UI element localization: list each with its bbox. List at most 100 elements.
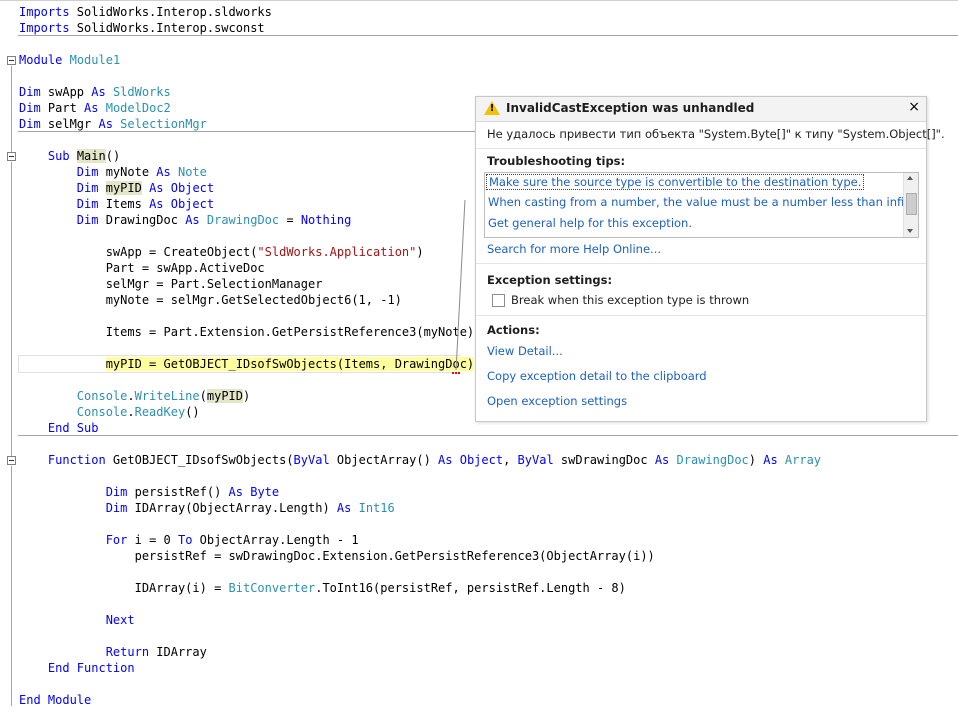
code-line-text: myPID = GetOBJECT_IDsofSwObjects(Items, … [19,356,475,372]
code-token: . [127,389,135,403]
code-token: As [156,165,171,179]
code-line-text: Sub Main() [19,148,120,164]
code-token: Module [19,53,63,67]
code-token: Console [76,389,128,403]
code-line[interactable] [0,468,958,484]
code-line[interactable]: Dim IDArray(ObjectArray.Length) As Int16 [0,500,958,516]
code-token: As [98,117,113,131]
code-line-text: Dim DrawingDoc As DrawingDoc = Nothing [19,212,352,228]
open-exception-settings-link[interactable]: Open exception settings [487,394,627,408]
code-line-text: End Sub [19,420,99,436]
code-token: As [228,485,243,499]
code-line[interactable]: End Sub [0,420,958,436]
code-token: Nothing [300,213,352,227]
divider [476,263,926,264]
code-token: = [279,213,301,227]
code-token: Dim [76,197,99,211]
code-line[interactable]: End Function [0,660,958,676]
code-token: SolidWorks.Interop.swconst [69,21,265,35]
code-line[interactable] [0,68,958,84]
code-token: As [91,85,106,99]
code-token: Module1 [69,53,121,67]
code-line[interactable]: Module Module1 [0,52,958,68]
code-line-text: Module Module1 [19,52,120,68]
code-token: As [336,501,352,515]
code-token: ByVal [517,453,554,467]
code-token: i = 0 [127,533,178,547]
code-line[interactable]: Next [0,612,958,628]
code-token: IDArray(ObjectArray.Length) [127,501,337,515]
code-line[interactable] [0,564,958,580]
code-line-text: Console.ReadKey() [19,404,200,420]
code-token: ModelDoc2 [105,101,171,115]
code-token: selMgr [40,117,99,131]
code-line-text: Dim swApp As SldWorks [19,84,171,100]
tip-link[interactable]: When casting from a number, the value mu… [488,195,918,209]
code-token: Dim [105,501,128,515]
tip-link[interactable]: Make sure the source type is convertible… [486,174,865,190]
scroll-down-icon[interactable] [907,229,913,233]
code-line[interactable]: Imports SolidWorks.Interop.swconst [0,20,958,36]
code-token: swDrawingDoc [553,453,655,467]
code-token: ObjectArray() [329,453,439,467]
code-token: Dim [19,117,41,131]
code-line-text: Part = swApp.ActiveDoc [19,260,265,276]
code-token: myPID [105,181,142,195]
code-token: DrawingDoc [676,453,749,467]
code-token: () [105,149,121,163]
code-line-text: IDArray(i) = BitConverter.ToInt16(persis… [19,580,626,596]
close-icon[interactable]: × [908,99,920,115]
warning-icon-mark: ! [489,103,495,114]
code-line[interactable] [0,36,958,52]
break-on-exception-checkbox[interactable] [492,294,505,307]
search-help-online-link[interactable]: Search for more Help Online... [487,242,661,256]
code-token: To [177,533,193,547]
code-line[interactable] [0,436,958,452]
code-line[interactable] [0,596,958,612]
code-line[interactable]: Return IDArray [0,644,958,660]
view-detail-link[interactable]: View Detail... [487,344,563,358]
scroll-thumb[interactable] [906,193,917,215]
code-token: Int16 [358,501,395,515]
code-line[interactable] [0,628,958,644]
scroll-up-icon[interactable] [907,176,913,180]
code-token: myNote [98,165,157,179]
code-line[interactable]: Function GetOBJECT_IDsofSwObjects(ByVal … [0,452,958,468]
code-line[interactable] [0,676,958,692]
code-line[interactable]: Imports SolidWorks.Interop.sldworks [0,4,958,20]
code-line-text: myNote = selMgr.GetSelectedObject6(1, -1… [19,292,402,308]
code-token: myNote = selMgr.GetSelectedObject6(1, -1… [19,293,402,307]
code-line[interactable] [0,516,958,532]
code-token: DrawingDoc [98,213,186,227]
troubleshooting-tips-list[interactable]: Make sure the source type is convertible… [484,172,919,238]
code-token: GetOBJECT_IDsofSwObjects( [105,453,294,467]
code-token: As [149,181,164,195]
code-line-text: Function GetOBJECT_IDsofSwObjects(ByVal … [19,452,821,468]
tip-link[interactable]: Get general help for this exception. [488,216,692,230]
code-token: IDArray [149,645,207,659]
code-line[interactable]: persistRef = swDrawingDoc.Extension.GetP… [0,548,958,564]
code-token: IDArray(i) = [19,581,229,595]
code-line[interactable]: Dim persistRef() As Byte [0,484,958,500]
code-line[interactable]: End Module [0,692,958,708]
code-line-text: Console.WriteLine(myPID) [19,388,250,404]
code-line-text: Dim IDArray(ObjectArray.Length) As Int16 [19,500,395,516]
code-token: DrawingDoc [206,213,280,227]
code-token: Imports [19,5,70,19]
code-line[interactable]: For i = 0 To ObjectArray.Length - 1 [0,532,958,548]
code-line[interactable]: IDArray(i) = BitConverter.ToInt16(persis… [0,580,958,596]
code-token: Array [784,453,822,467]
copy-exception-detail-link[interactable]: Copy exception detail to the clipboard [487,369,707,383]
tips-scrollbar[interactable] [903,173,918,237]
troubleshooting-heading: Troubleshooting tips: [487,154,626,168]
